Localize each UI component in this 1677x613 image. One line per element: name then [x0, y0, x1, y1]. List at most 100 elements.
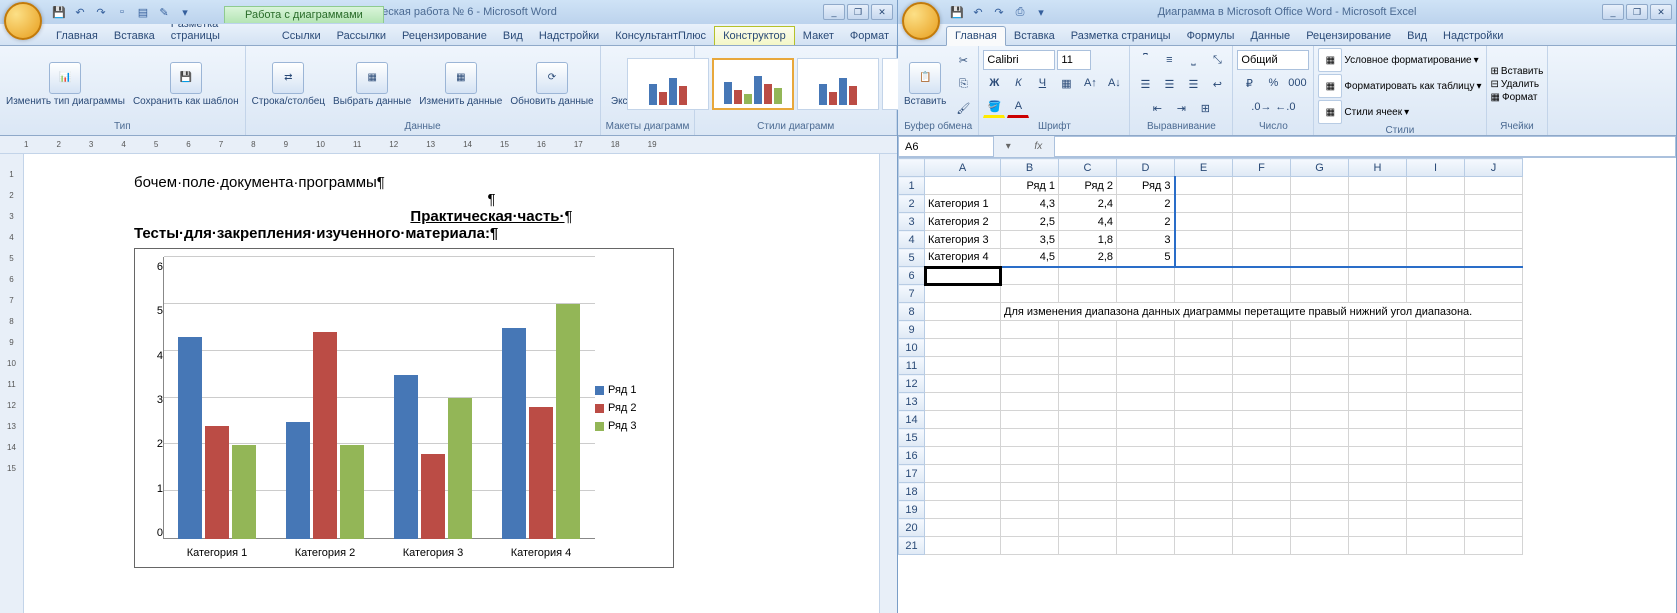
- new-icon[interactable]: ▫: [113, 3, 131, 21]
- increase-font-icon[interactable]: A↑: [1079, 72, 1101, 94]
- change-chart-type-button[interactable]: 📊 Изменить тип диаграммы: [4, 60, 127, 109]
- align-middle-icon[interactable]: ≡: [1158, 49, 1180, 71]
- tab-addins[interactable]: Надстройки: [531, 27, 607, 45]
- save-icon[interactable]: 💾: [50, 3, 68, 21]
- redo-icon[interactable]: ↷: [990, 3, 1008, 21]
- office-button[interactable]: [4, 2, 42, 40]
- name-box[interactable]: [898, 136, 994, 157]
- redo-icon[interactable]: ↷: [92, 3, 110, 21]
- fill-color-button[interactable]: 🪣: [983, 96, 1005, 118]
- format-as-table-button[interactable]: ▦ Форматировать как таблицу ▾: [1318, 74, 1481, 98]
- cut-icon[interactable]: ✂: [952, 49, 974, 71]
- align-bottom-icon[interactable]: ⎵: [1182, 49, 1204, 71]
- change-chart-type-label: Изменить тип диаграммы: [6, 96, 125, 107]
- close-button[interactable]: ✕: [871, 4, 893, 20]
- preview-icon[interactable]: ✎: [155, 3, 173, 21]
- qat-dropdown-icon[interactable]: ▾: [1032, 3, 1050, 21]
- chart-style-1[interactable]: [627, 58, 709, 110]
- paste-button[interactable]: 📋Вставить: [902, 60, 948, 109]
- wrap-text-icon[interactable]: ↩: [1206, 73, 1228, 95]
- switch-row-col-button[interactable]: ⇄Строка/столбец: [250, 60, 327, 109]
- document-page[interactable]: бочем·поле·документа·программы¶ ¶ Практи…: [24, 154, 879, 613]
- decrease-decimal-icon[interactable]: ←.0: [1274, 96, 1296, 118]
- embedded-chart[interactable]: 6543210 Категория 1Категория 2Категория …: [134, 248, 674, 568]
- align-top-icon[interactable]: ⎴: [1134, 49, 1156, 71]
- tab-home[interactable]: Главная: [946, 26, 1006, 46]
- font-color-button[interactable]: A: [1007, 96, 1029, 118]
- tab-layout[interactable]: Макет: [795, 27, 842, 45]
- align-left-icon[interactable]: ☰: [1134, 73, 1156, 95]
- spreadsheet-grid[interactable]: ABCDEFGHIJ1Ряд 1Ряд 2Ряд 32Категория 14,…: [898, 158, 1676, 613]
- tab-mailings[interactable]: Рассылки: [329, 27, 394, 45]
- tab-insert[interactable]: Вставка: [106, 27, 163, 45]
- cell-styles-button[interactable]: ▦ Стили ячеек ▾: [1318, 100, 1409, 124]
- restore-button[interactable]: ❐: [1626, 4, 1648, 20]
- formula-bar-buttons: ▾ fx: [994, 136, 1054, 157]
- office-button[interactable]: [902, 2, 940, 40]
- undo-icon[interactable]: ↶: [71, 3, 89, 21]
- cells-table[interactable]: ABCDEFGHIJ1Ряд 1Ряд 2Ряд 32Категория 14,…: [898, 158, 1523, 555]
- edit-data-icon: ▦: [445, 62, 477, 94]
- tab-consultant[interactable]: КонсультантПлюс: [607, 27, 714, 45]
- delete-cells-button[interactable]: ⊟ Удалить: [1491, 79, 1540, 90]
- conditional-format-button[interactable]: ▦ Условное форматирование ▾: [1318, 48, 1478, 72]
- open-icon[interactable]: ▤: [134, 3, 152, 21]
- minimize-button[interactable]: _: [823, 4, 845, 20]
- qat-dropdown-icon[interactable]: ▾: [176, 3, 194, 21]
- tab-insert[interactable]: Вставка: [1006, 27, 1063, 45]
- close-button[interactable]: ✕: [1650, 4, 1672, 20]
- orientation-icon[interactable]: ⤡: [1206, 49, 1228, 71]
- formula-bar[interactable]: [1054, 136, 1676, 157]
- minimize-button[interactable]: _: [1602, 4, 1624, 20]
- save-template-button[interactable]: 💾 Сохранить как шаблон: [131, 60, 241, 109]
- underline-button[interactable]: Ч: [1031, 72, 1053, 94]
- tab-references[interactable]: Ссылки: [274, 27, 329, 45]
- percent-icon[interactable]: %: [1262, 72, 1284, 94]
- increase-decimal-icon[interactable]: .0→: [1250, 96, 1272, 118]
- copy-icon[interactable]: ⎘: [952, 73, 974, 95]
- font-name-combo[interactable]: [983, 50, 1055, 70]
- align-right-icon[interactable]: ☰: [1182, 73, 1204, 95]
- restore-button[interactable]: ❐: [847, 4, 869, 20]
- increase-indent-icon[interactable]: ⇥: [1170, 97, 1192, 119]
- vertical-ruler[interactable]: 123456789101112131415: [0, 154, 24, 613]
- fx-icon[interactable]: fx: [1034, 141, 1042, 152]
- align-center-icon[interactable]: ☰: [1158, 73, 1180, 95]
- tab-review[interactable]: Рецензирование: [1298, 27, 1399, 45]
- tab-review[interactable]: Рецензирование: [394, 27, 495, 45]
- number-format-combo[interactable]: [1237, 50, 1309, 70]
- tab-addins[interactable]: Надстройки: [1435, 27, 1511, 45]
- format-cells-button[interactable]: ▦ Формат: [1491, 92, 1538, 103]
- tab-data[interactable]: Данные: [1242, 27, 1298, 45]
- comma-icon[interactable]: 000: [1286, 72, 1308, 94]
- border-button[interactable]: ▦: [1055, 72, 1077, 94]
- tab-format[interactable]: Формат: [842, 27, 897, 45]
- select-data-button[interactable]: ▦Выбрать данные: [331, 60, 413, 109]
- font-size-combo[interactable]: [1057, 50, 1091, 70]
- format-painter-icon[interactable]: 🖌: [952, 97, 974, 119]
- refresh-data-button[interactable]: ⟳Обновить данные: [508, 60, 595, 109]
- decrease-font-icon[interactable]: A↓: [1103, 72, 1125, 94]
- tab-formulas[interactable]: Формулы: [1179, 27, 1243, 45]
- tab-home[interactable]: Главная: [48, 27, 106, 45]
- chart-style-3[interactable]: [797, 58, 879, 110]
- tab-view[interactable]: Вид: [495, 27, 531, 45]
- print-icon[interactable]: ⎙: [1011, 3, 1029, 21]
- tab-design[interactable]: Конструктор: [714, 26, 795, 45]
- decrease-indent-icon[interactable]: ⇤: [1146, 97, 1168, 119]
- edit-data-button[interactable]: ▦Изменить данные: [417, 60, 504, 109]
- fx-dropdown-icon[interactable]: ▾: [1006, 141, 1011, 152]
- tab-view[interactable]: Вид: [1399, 27, 1435, 45]
- chart-style-2[interactable]: [712, 58, 794, 110]
- tab-page-layout[interactable]: Разметка страницы: [1063, 27, 1179, 45]
- undo-icon[interactable]: ↶: [969, 3, 987, 21]
- italic-button[interactable]: К: [1007, 72, 1029, 94]
- merge-cells-icon[interactable]: ⊞: [1194, 97, 1216, 119]
- vertical-scrollbar[interactable]: [879, 154, 897, 613]
- format-table-label: Форматировать как таблицу: [1344, 81, 1474, 92]
- bold-button[interactable]: Ж: [983, 72, 1005, 94]
- insert-cells-button[interactable]: ⊞ Вставить: [1491, 66, 1544, 77]
- currency-icon[interactable]: ₽: [1238, 72, 1260, 94]
- save-icon[interactable]: 💾: [948, 3, 966, 21]
- horizontal-ruler[interactable]: 12345678910111213141516171819: [0, 136, 897, 154]
